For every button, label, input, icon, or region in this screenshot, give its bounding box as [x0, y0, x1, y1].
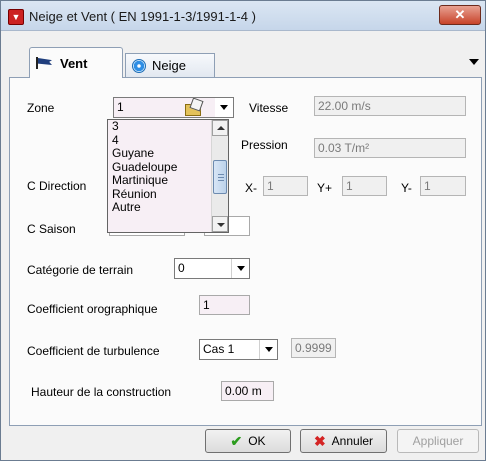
turbulence-result-field: 0.9999 [291, 338, 336, 358]
ok-label: OK [248, 434, 266, 448]
zone-select[interactable]: 1 [113, 97, 217, 118]
chevron-down-icon [259, 340, 277, 359]
close-button[interactable]: ✕ [439, 5, 481, 25]
vent-panel [9, 77, 482, 426]
zone-dropdown-button[interactable] [215, 97, 234, 118]
flag-icon [36, 57, 54, 69]
tab-neige[interactable]: Neige [125, 53, 215, 77]
zone-label: Zone [27, 101, 55, 115]
folder-picker-icon[interactable] [184, 99, 202, 116]
pression-field: 0.03 T/m² [314, 138, 466, 158]
window-title: Neige et Vent ( EN 1991-1-3/1991-1-4 ) [29, 9, 256, 24]
tab-vent-label: Vent [60, 55, 88, 71]
zone-dropdown-list[interactable]: 3 4 Guyane Guadeloupe Martinique Réunion… [107, 119, 229, 233]
y-plus-field: 1 [342, 176, 387, 196]
dropdown-scrollbar[interactable] [211, 120, 228, 232]
y-minus-label: Y- [401, 181, 412, 195]
apply-button[interactable]: Appliquer [397, 429, 479, 453]
cancel-button[interactable]: ✖ Annuler [300, 429, 387, 453]
app-icon: ▼ [8, 9, 24, 25]
y-plus-label: Y+ [317, 181, 333, 195]
orographique-field[interactable]: 1 [199, 295, 250, 315]
c-direction-label: C Direction [27, 179, 87, 193]
apply-label: Appliquer [412, 434, 464, 448]
scroll-thumb[interactable] [213, 160, 227, 194]
scroll-down-icon[interactable] [212, 216, 228, 232]
cancel-label: Annuler [331, 434, 374, 448]
x-minus-label: X- [245, 181, 257, 195]
x-minus-field: 1 [263, 176, 308, 196]
cancel-x-icon: ✖ [313, 433, 326, 449]
c-saison-label: C Saison [27, 222, 76, 236]
y-minus-field: 1 [420, 176, 466, 196]
dropdown-item[interactable]: Guadeloupe [108, 160, 228, 175]
pression-label: Pression [241, 138, 288, 152]
turbulence-select[interactable]: Cas 1 [199, 339, 278, 360]
tab-neige-label: Neige [152, 58, 186, 73]
hauteur-field[interactable]: 0.00 m [221, 381, 274, 401]
scroll-up-icon[interactable] [212, 120, 228, 136]
dialog-window: ▼ Neige et Vent ( EN 1991-1-3/1991-1-4 )… [0, 0, 486, 461]
dropdown-item[interactable]: 3 [108, 119, 228, 134]
chevron-down-icon [231, 259, 249, 278]
dropdown-item[interactable]: Guyane [108, 146, 228, 161]
zone-value: 1 [117, 100, 124, 114]
ok-button[interactable]: ✔ OK [205, 429, 291, 453]
hauteur-label: Hauteur de la construction [31, 385, 172, 399]
tab-menu-arrow-icon[interactable] [469, 59, 479, 65]
categorie-label: Catégorie de terrain [27, 263, 134, 277]
vitesse-label: Vitesse [249, 101, 289, 115]
title-bar: ▼ Neige et Vent ( EN 1991-1-3/1991-1-4 )… [1, 1, 485, 31]
turbulence-label: Coefficient de turbulence [27, 344, 160, 358]
snowflake-icon [132, 58, 146, 73]
turbulence-value: Cas 1 [203, 342, 235, 356]
orographique-label: Coefficient orographique [27, 302, 158, 316]
tab-strip: Vent Neige [9, 45, 483, 78]
dropdown-item[interactable]: Réunion [108, 187, 228, 202]
dropdown-item[interactable]: 4 [108, 133, 228, 148]
checkmark-icon: ✔ [230, 433, 243, 449]
tab-vent[interactable]: Vent [29, 47, 123, 78]
dropdown-item[interactable]: Autre [108, 200, 228, 215]
vitesse-field: 22.00 m/s [314, 96, 466, 116]
categorie-value: 0 [178, 261, 185, 275]
dropdown-item[interactable]: Martinique [108, 173, 228, 188]
chevron-down-icon [215, 98, 233, 117]
categorie-select[interactable]: 0 [174, 258, 250, 279]
